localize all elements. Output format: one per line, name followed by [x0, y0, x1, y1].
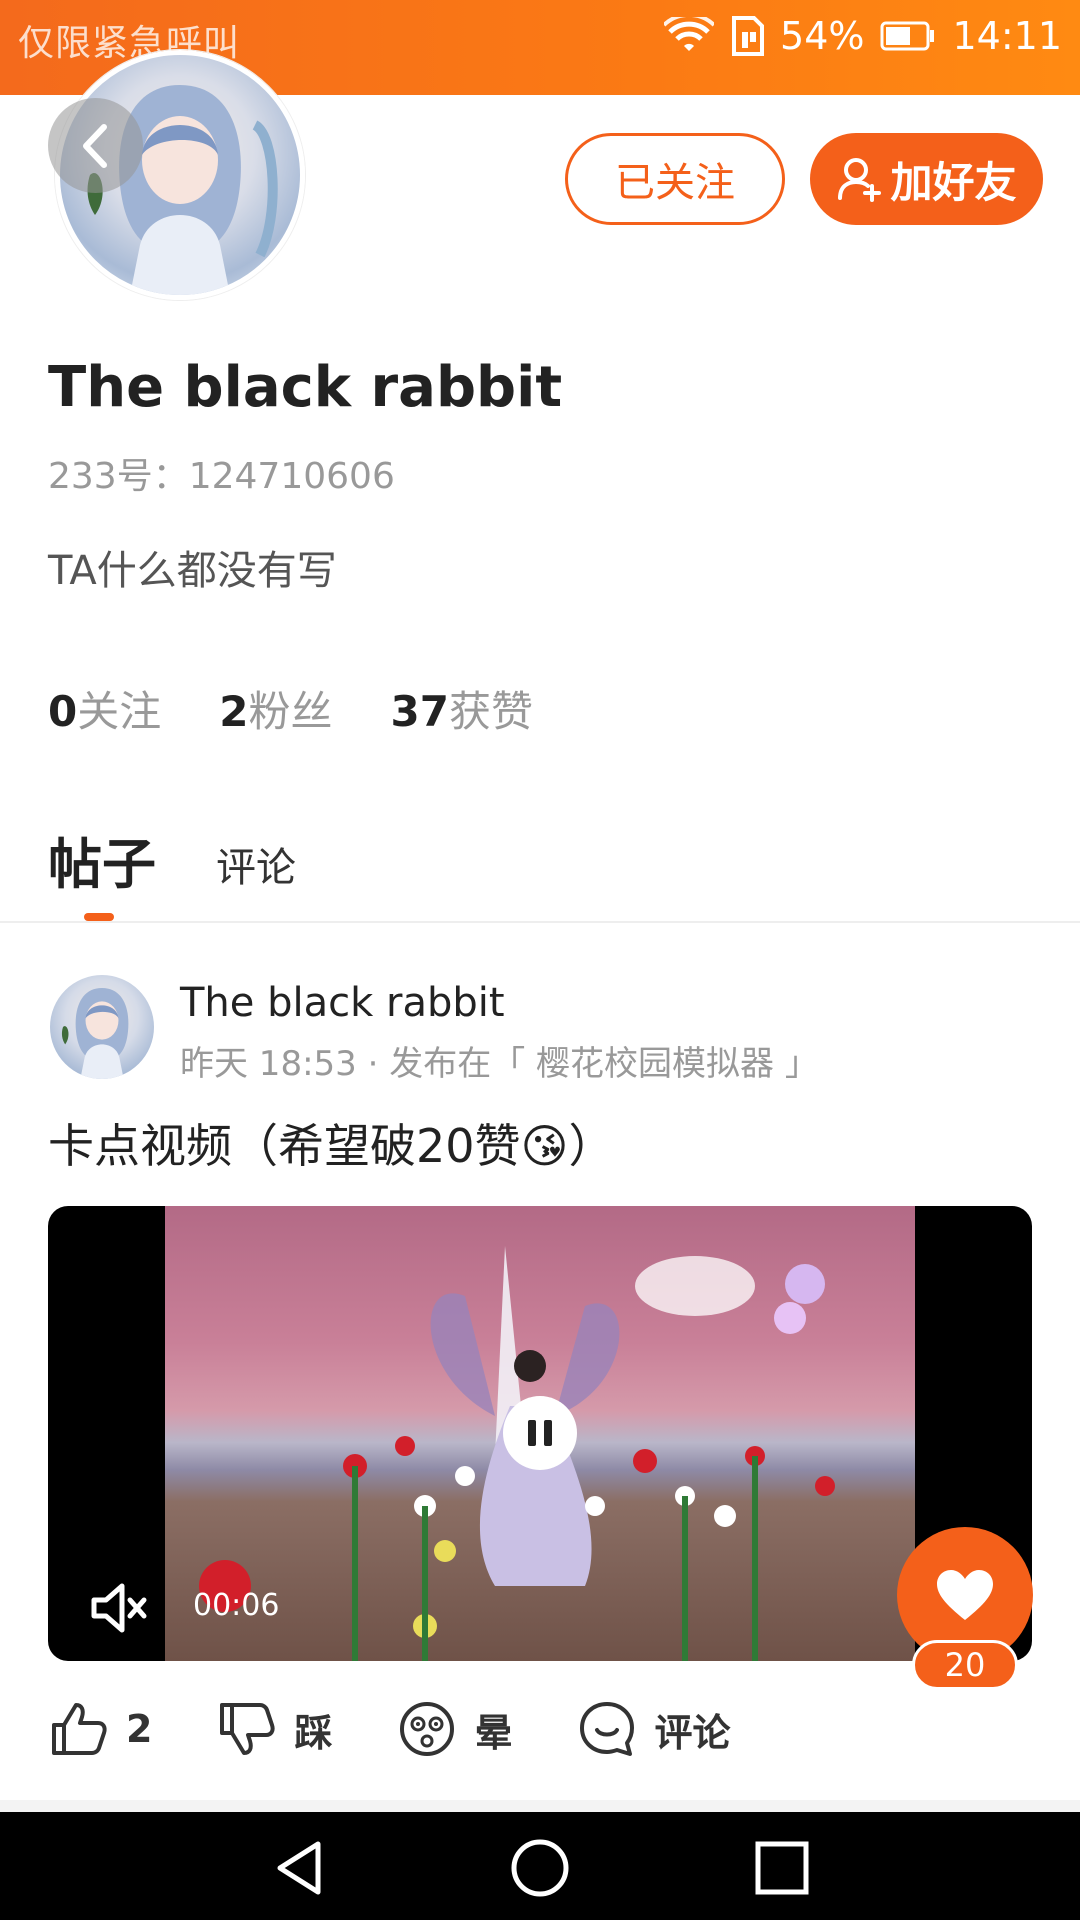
add-friend-button[interactable]: 加好友: [810, 133, 1043, 225]
divider: [0, 921, 1080, 923]
post-title-end: ）: [568, 1119, 615, 1173]
dizzy-action[interactable]: 晕: [398, 1700, 512, 1758]
like-count: 2: [126, 1707, 153, 1751]
stat-number: 37: [390, 687, 449, 736]
user-id-label: 233号：: [48, 456, 189, 497]
stat-number: 2: [219, 687, 249, 736]
dizzy-label: 晕: [474, 1710, 513, 1755]
wifi-icon: [664, 17, 715, 51]
profile-tabs: 帖子 评论: [48, 820, 296, 899]
post-actions: 2 踩 晕 评论: [50, 1700, 797, 1758]
dizzy-face-icon: [400, 1702, 455, 1756]
comment-action[interactable]: 评论: [578, 1700, 731, 1758]
stat-followers[interactable]: 2粉丝: [219, 678, 332, 739]
stat-likes[interactable]: 37获赞: [391, 678, 533, 739]
profile-stats: 0关注 2粉丝 37获赞: [48, 678, 533, 739]
nav-recents-icon[interactable]: [752, 1838, 812, 1898]
list-separator: [0, 1800, 1080, 1812]
sim-card-icon: [732, 16, 765, 56]
post-title[interactable]: 卡点视频（希望破20赞😘）: [48, 1110, 615, 1176]
tab-posts[interactable]: 帖子: [48, 820, 156, 899]
pause-button[interactable]: [503, 1396, 577, 1470]
chevron-left-icon: [82, 123, 107, 168]
stat-following[interactable]: 0关注: [48, 678, 161, 739]
battery-percent: 54%: [780, 14, 865, 58]
dislike-action[interactable]: 踩: [218, 1701, 332, 1757]
post-board-link[interactable]: 发布在「 樱花校园模拟器 」: [389, 1044, 819, 1084]
thumbs-up-icon: [52, 1703, 107, 1755]
profile-name: The black rabbit: [48, 355, 563, 420]
meta-separator: ·: [356, 1044, 390, 1084]
tab-comments[interactable]: 评论: [216, 835, 296, 899]
followed-button[interactable]: 已关注: [565, 133, 785, 225]
post-author-avatar[interactable]: [50, 975, 154, 1079]
stat-label: 获赞: [448, 687, 533, 736]
add-user-icon: [838, 158, 882, 202]
post-time: 昨天 18:53: [180, 1044, 357, 1084]
battery-icon: [880, 21, 935, 51]
profile-bio: TA什么都没有写: [48, 548, 337, 594]
back-button[interactable]: [48, 98, 143, 193]
video-time: 00:06: [193, 1588, 280, 1623]
stat-label: 粉丝: [248, 687, 333, 736]
pause-bar: [544, 1420, 552, 1446]
post-author-name[interactable]: The black rabbit: [180, 980, 505, 1026]
stat-label: 关注: [77, 687, 162, 736]
add-friend-label: 加好友: [890, 157, 1017, 207]
comment-label: 评论: [654, 1710, 731, 1755]
post-meta: 昨天 18:53 · 发布在「 樱花校园模拟器 」: [180, 1036, 819, 1085]
nav-back-icon[interactable]: [270, 1838, 330, 1898]
status-icons: 54% 14:11: [664, 14, 1062, 58]
post-title-text: 卡点视频（希望破20赞: [48, 1119, 521, 1173]
avatar-illustration: [61, 988, 129, 1079]
clock: 14:11: [952, 14, 1062, 58]
user-id: 233号：124710606: [48, 447, 395, 499]
pause-bar: [528, 1420, 536, 1446]
dislike-label: 踩: [294, 1710, 333, 1755]
tab-indicator: [84, 913, 114, 921]
kiss-emoji-icon: 😘: [520, 1119, 569, 1173]
like-action[interactable]: 2: [50, 1701, 152, 1757]
user-id-value: 124710606: [188, 456, 395, 497]
mute-icon[interactable]: [88, 1576, 152, 1640]
like-fab-count: 20: [912, 1640, 1018, 1690]
comment-icon: [580, 1702, 635, 1756]
video-player[interactable]: 00:06: [48, 1206, 1032, 1661]
stat-number: 0: [48, 687, 78, 736]
heart-icon: [937, 1570, 993, 1620]
thumbs-down-icon: [220, 1703, 276, 1755]
nav-home-icon[interactable]: [510, 1838, 570, 1898]
